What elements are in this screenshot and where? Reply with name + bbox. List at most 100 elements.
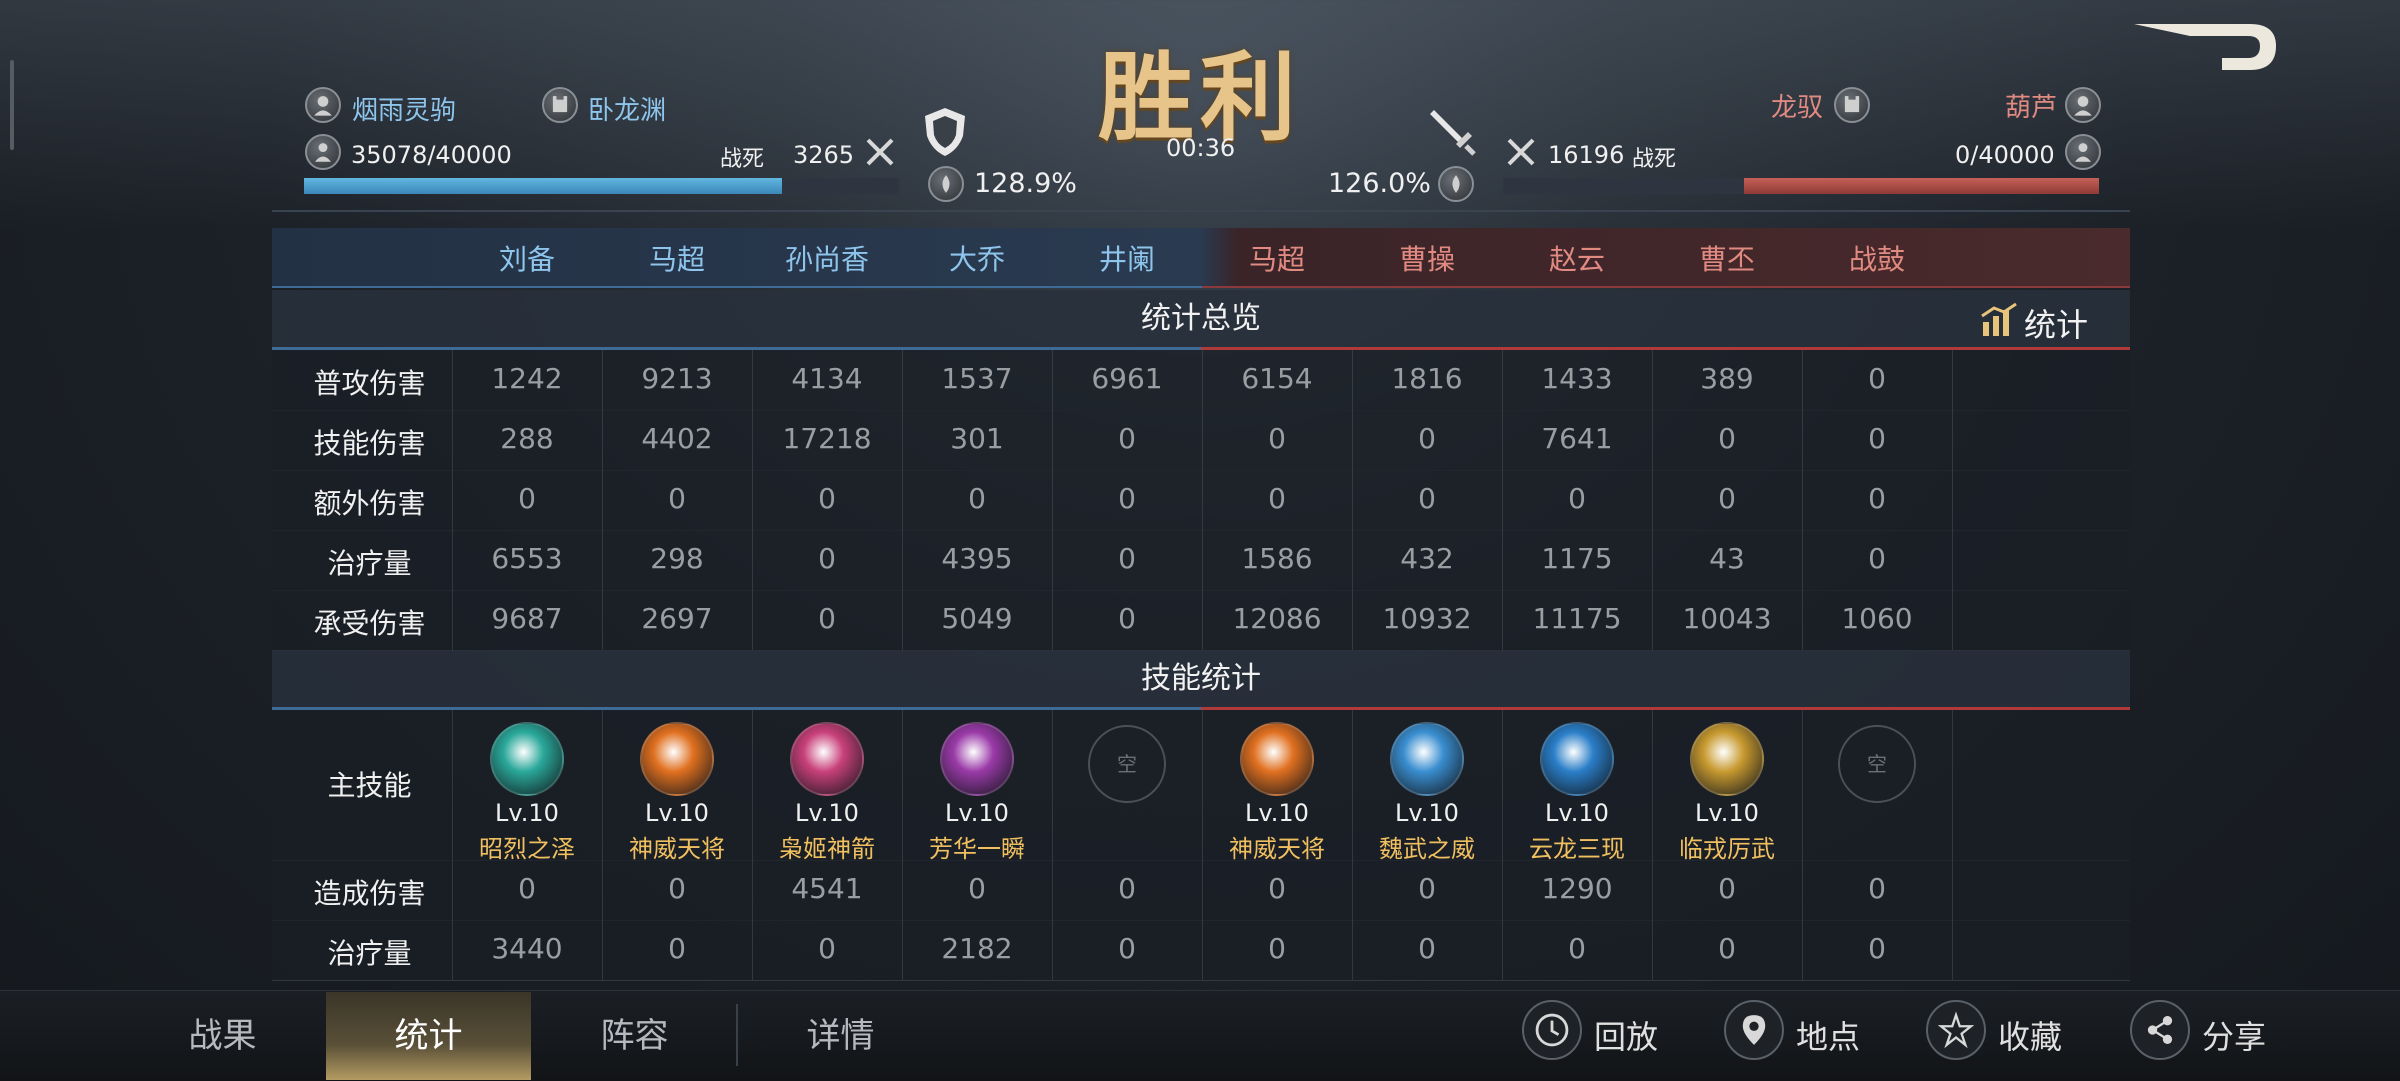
table-cell: 298: [650, 542, 704, 575]
fire-warrior-icon[interactable]: [640, 722, 714, 796]
grid-line: [1952, 350, 1953, 650]
table-cell: 389: [1700, 362, 1754, 395]
table-cell: 0: [1868, 362, 1886, 395]
player-avatar-icon[interactable]: [305, 87, 341, 123]
skill-level: Lv.10: [1245, 799, 1309, 827]
hero-column-header[interactable]: 孙尚香: [752, 238, 902, 278]
table-cell: 4134: [791, 362, 863, 395]
gold-warrior-icon[interactable]: [1690, 722, 1764, 796]
hero-column-header[interactable]: 刘备: [452, 238, 602, 278]
skill-name[interactable]: 神威天将: [602, 829, 752, 864]
table-cell: 1175: [1541, 542, 1613, 575]
skill-name[interactable]: 昭烈之泽: [452, 829, 602, 864]
table-cell: 0: [818, 482, 836, 515]
table-cell: 1586: [1241, 542, 1313, 575]
hero-column-header[interactable]: 曹操: [1352, 238, 1502, 278]
grid-line: [1052, 350, 1053, 650]
pink-arrows-icon[interactable]: [790, 722, 864, 796]
table-cell: 43: [1709, 542, 1745, 575]
blue-dragon-icon[interactable]: [1540, 722, 1614, 796]
table-cell: 0: [1718, 932, 1736, 965]
blue-lord-icon[interactable]: [1390, 722, 1464, 796]
table-cell: 0: [668, 482, 686, 515]
left-player1-name[interactable]: 烟雨灵驹: [352, 90, 456, 127]
skill-level: Lv.10: [795, 799, 859, 827]
castle-icon: [542, 87, 578, 123]
grid-line: [602, 710, 603, 980]
empty-skill-slot[interactable]: 空: [1838, 725, 1916, 803]
left-player2-name[interactable]: 卧龙渊: [588, 90, 666, 127]
empty-skill-slot[interactable]: 空: [1088, 725, 1166, 803]
top-divider: [272, 210, 2130, 212]
right-player1-name[interactable]: 龙驭: [1771, 87, 1823, 124]
tab-1[interactable]: 统计: [326, 992, 531, 1080]
share-label: 分享: [2202, 1018, 2267, 1056]
hero-column-header[interactable]: 马超: [602, 238, 752, 278]
skill-level: Lv.10: [1395, 799, 1459, 827]
table-cell: 0: [1118, 482, 1136, 515]
hero-column-header[interactable]: 井阑: [1052, 238, 1202, 278]
table-cell: 0: [668, 932, 686, 965]
table-cell: 2182: [941, 932, 1013, 965]
shield-icon: [925, 108, 965, 156]
table-cell: 0: [818, 932, 836, 965]
grid-line: [1352, 710, 1353, 980]
table-cell: 9687: [491, 602, 563, 635]
fire-warrior-icon[interactable]: [1240, 722, 1314, 796]
table-cell: 0: [1118, 932, 1136, 965]
back-arrow-icon[interactable]: [2130, 20, 2280, 76]
skill-name[interactable]: 神威天将: [1202, 829, 1352, 864]
row-label: 技能伤害: [313, 427, 426, 460]
hero-column-header[interactable]: 大乔: [902, 238, 1052, 278]
table-cell: 0: [1118, 602, 1136, 635]
table-cell: 0: [1568, 482, 1586, 515]
crossed-swords-icon: [1507, 138, 1535, 166]
skill-name[interactable]: 芳华一瞬: [902, 829, 1052, 864]
teal-sword-icon[interactable]: [490, 722, 564, 796]
hero-column-header[interactable]: 战鼓: [1802, 238, 1952, 278]
table-cell: 301: [950, 422, 1004, 455]
troops-icon: [305, 134, 341, 170]
player-avatar-icon[interactable]: [2065, 87, 2101, 123]
grid-line: [1052, 710, 1053, 980]
favorite-label: 收藏: [1998, 1018, 2063, 1056]
side-handle[interactable]: [10, 60, 14, 150]
purple-petal-icon[interactable]: [940, 722, 1014, 796]
table-cell: 6961: [1091, 362, 1163, 395]
grid-line: [452, 350, 453, 650]
tab-2[interactable]: 阵容: [532, 992, 737, 1080]
tab-3[interactable]: 详情: [738, 992, 943, 1080]
skill-name[interactable]: 临戎厉武: [1652, 829, 1802, 864]
table-cell: 0: [1718, 872, 1736, 905]
row-label: 治疗量: [327, 937, 412, 970]
hero-column-header[interactable]: 曹丕: [1652, 238, 1802, 278]
grid-line: [602, 350, 603, 650]
bar-chart-icon: [1981, 302, 2017, 336]
right-troops-count: 0/40000: [1955, 141, 2055, 169]
right-player2-name[interactable]: 葫芦: [2005, 87, 2057, 124]
skill-name[interactable]: 云龙三现: [1502, 829, 1652, 864]
left-troops-count: 35078/40000: [351, 141, 512, 169]
skill-level: Lv.10: [495, 799, 559, 827]
table-cell: 0: [1268, 482, 1286, 515]
tab-0[interactable]: 战果: [120, 992, 325, 1080]
grid-line: [1502, 350, 1503, 650]
table-cell: 0: [1118, 422, 1136, 455]
skill-name[interactable]: 魏武之威: [1352, 829, 1502, 864]
location-label: 地点: [1796, 1018, 1861, 1056]
table-cell: 0: [1868, 482, 1886, 515]
table-cell: 0: [1568, 932, 1586, 965]
grid-line: [1202, 710, 1203, 980]
table-cell: 6553: [491, 542, 563, 575]
header-divider-red: [1202, 286, 2130, 288]
table-cell: 0: [668, 872, 686, 905]
hero-column-header[interactable]: 赵云: [1502, 238, 1652, 278]
skill-name[interactable]: 枭姬神箭: [752, 829, 902, 864]
stats-button-label: 统计: [2024, 306, 2089, 344]
hero-column-header[interactable]: 马超: [1202, 238, 1352, 278]
table-cell: 12086: [1232, 602, 1322, 635]
table-cell: 0: [1268, 422, 1286, 455]
skill-level: Lv.10: [945, 799, 1009, 827]
table-cell: 2697: [641, 602, 713, 635]
troops-icon: [2065, 134, 2101, 170]
